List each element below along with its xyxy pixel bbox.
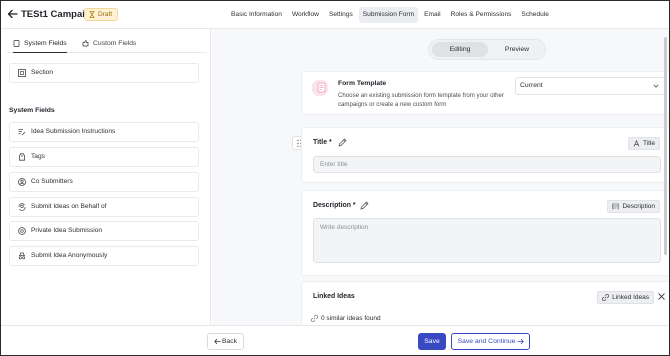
description-field-label: Description * — [313, 202, 356, 209]
text-type-icon — [633, 140, 640, 147]
template-select[interactable]: Current — [515, 77, 665, 95]
field-item-label: Submit Ideas on Behalf of — [31, 203, 107, 210]
linked-ideas-type-label: Linked Ideas — [612, 294, 649, 301]
field-item-label: Idea Submission Instructions — [31, 128, 116, 135]
field-item-label: Private Idea Submission — [31, 227, 103, 234]
top-header: TESt1 Campaign Draft Basic Information W… — [1, 1, 669, 29]
nav-roles-permissions[interactable]: Roles & Permissions — [447, 7, 516, 23]
back-arrow-icon[interactable] — [6, 7, 20, 21]
section-field-item[interactable]: Section — [9, 63, 199, 83]
save-and-continue-button[interactable]: Save and Continue — [451, 333, 530, 350]
nav-basic-information[interactable]: Basic Information — [227, 7, 286, 23]
similar-ideas-label: 0 similar ideas found — [321, 315, 381, 322]
pencil-icon[interactable] — [338, 138, 347, 147]
field-item-private-idea-submission[interactable]: Private Idea Submission — [9, 221, 199, 241]
back-button[interactable]: Back — [207, 333, 244, 350]
similar-ideas-text: 0 similar ideas found — [311, 315, 381, 322]
description-type-label: Description — [622, 203, 655, 210]
nav-submission-form[interactable]: Submission Form — [358, 7, 419, 23]
tab-system-fields-label: System Fields — [24, 40, 67, 47]
section-icon — [18, 69, 26, 77]
link-icon — [311, 315, 318, 322]
title-type-chip: Title — [627, 137, 660, 150]
form-template-icon — [311, 79, 329, 97]
linked-ideas-type-chip: Linked Ideas — [597, 291, 654, 304]
form-template-card: Form Template Choose an existing submiss… — [301, 71, 669, 115]
section-field-label: Section — [31, 69, 53, 76]
nav-settings[interactable]: Settings — [325, 7, 357, 23]
linked-ideas-field-label: Linked Ideas — [313, 293, 355, 300]
title-input[interactable]: Enter title — [313, 156, 661, 173]
list-edit-icon — [18, 129, 26, 136]
title-field-label: Title * — [313, 139, 332, 146]
draft-badge: Draft — [84, 8, 119, 21]
field-item-label: Submit Idea Anonymously — [31, 252, 108, 259]
draft-badge-label: Draft — [98, 11, 113, 18]
field-item-label: Tags — [31, 153, 45, 160]
pencil-icon[interactable] — [360, 201, 369, 210]
form-template-description: Choose an existing submission form templ… — [338, 92, 504, 108]
linked-ideas-field-card[interactable]: Linked Ideas Linked Ideas 0 similar idea… — [301, 281, 669, 325]
chevron-down-icon — [653, 84, 659, 88]
arrow-left-icon — [214, 338, 221, 345]
field-item-tags[interactable]: Tags — [9, 147, 199, 167]
close-icon[interactable] — [657, 292, 666, 301]
save-button[interactable]: Save — [418, 333, 446, 350]
app-window: TESt1 Campaign Draft Basic Information W… — [0, 0, 670, 356]
title-type-label: Title — [642, 140, 655, 147]
document-icon — [13, 40, 20, 47]
preview-toggle[interactable]: Preview — [489, 42, 545, 57]
user-circle-icon — [18, 178, 26, 186]
description-field-card[interactable]: Description * Description Write descript… — [301, 190, 669, 276]
puzzle-icon — [82, 40, 89, 47]
arrow-right-icon — [517, 338, 524, 345]
mode-toggle: Editing Preview — [428, 39, 546, 60]
sidebar-tabs: System Fields Custom Fields — [7, 37, 207, 53]
form-builder-canvas: Editing Preview Form Template Choose an … — [212, 29, 669, 325]
incognito-icon — [18, 252, 26, 260]
system-fields-heading: System Fields — [9, 107, 55, 114]
back-button-label: Back — [221, 338, 238, 345]
template-select-value: Current — [520, 82, 543, 89]
user-switch-icon — [18, 203, 26, 211]
description-textarea[interactable]: Write description — [313, 218, 661, 263]
nav-schedule[interactable]: Schedule — [517, 7, 553, 23]
nav-workflow[interactable]: Workflow — [288, 7, 323, 23]
nav-email[interactable]: Email — [420, 7, 445, 23]
tab-system-fields[interactable]: System Fields — [13, 37, 67, 53]
title-field-card[interactable]: Title * Title Enter title — [301, 127, 669, 183]
tab-custom-fields[interactable]: Custom Fields — [82, 37, 136, 53]
paragraph-type-icon — [612, 203, 619, 210]
editing-toggle[interactable]: Editing — [432, 42, 488, 57]
form-template-title: Form Template — [338, 80, 387, 87]
footer-bar: Back Save Save and Continue — [1, 325, 669, 355]
field-item-submit-on-behalf[interactable]: Submit Ideas on Behalf of — [9, 197, 199, 217]
private-icon — [18, 227, 26, 235]
tag-icon — [19, 153, 25, 161]
link-icon — [602, 294, 610, 301]
field-item-idea-submission-instructions[interactable]: Idea Submission Instructions — [9, 122, 199, 142]
field-item-submit-anonymously[interactable]: Submit Idea Anonymously — [9, 246, 199, 266]
main-scrollbar[interactable] — [664, 37, 667, 255]
top-nav: Basic Information Workflow Settings Subm… — [227, 7, 553, 23]
fields-sidebar: System Fields Custom Fields Section Syst… — [1, 29, 211, 325]
field-item-label: Co Submitters — [31, 178, 73, 185]
field-item-co-submitters[interactable]: Co Submitters — [9, 172, 199, 192]
save-and-continue-label: Save and Continue — [457, 338, 516, 345]
hourglass-icon — [89, 11, 95, 18]
tab-custom-fields-label: Custom Fields — [93, 40, 137, 47]
description-type-chip: Description — [607, 200, 660, 213]
